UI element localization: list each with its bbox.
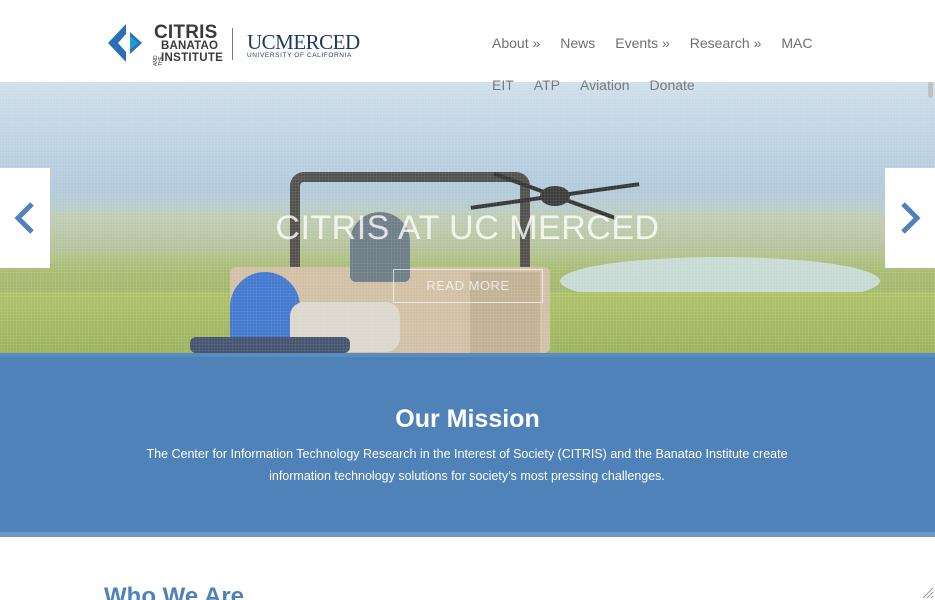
nav-item-eit[interactable]: EIT	[492, 77, 514, 93]
hero-slider: CITRIS AT UC MERCED READ MORE	[0, 82, 935, 353]
mission-section: Our Mission The Center for Information T…	[0, 353, 935, 537]
nav-item-events[interactable]: Events »	[615, 35, 669, 51]
nav-item-atp[interactable]: ATP	[534, 77, 560, 93]
logo-institute-text: INSTITUTE	[161, 52, 224, 64]
nav-item-donate[interactable]: Donate	[650, 77, 695, 93]
page-scrollbar[interactable]	[925, 82, 935, 600]
site-logo[interactable]: CITRIS AND THE BANATAO INSTITUTE UCMERCE…	[104, 22, 364, 66]
logo-uc-subtitle: UNIVERSITY OF CALIFORNIA	[247, 52, 352, 59]
who-we-are-heading: Who We Are	[104, 583, 245, 600]
logo-banatao-text: BANATAO	[161, 40, 219, 52]
nav-item-aviation[interactable]: Aviation	[580, 77, 630, 93]
logo-divider	[232, 28, 233, 60]
mission-text: The Center for Information Technology Re…	[146, 447, 788, 483]
scrollbar-thumb[interactable]	[928, 82, 933, 98]
chevron-left-icon	[14, 202, 34, 234]
resize-grip-icon[interactable]	[920, 585, 934, 599]
main-nav: About » News Events » Research » MAC EIT…	[492, 35, 822, 105]
read-more-button[interactable]: READ MORE	[393, 269, 543, 303]
nav-item-about[interactable]: About »	[492, 35, 540, 51]
nav-row-primary: About » News Events » Research » MAC	[492, 35, 832, 51]
nav-item-mac[interactable]: MAC	[781, 35, 812, 51]
site-header: CITRIS AND THE BANATAO INSTITUTE UCMERCE…	[0, 0, 935, 93]
nav-row-secondary: EIT ATP Aviation Donate	[492, 77, 715, 93]
mission-title: Our Mission	[395, 405, 540, 433]
citris-chevron-logo-icon	[108, 24, 142, 62]
slider-prev-button[interactable]	[0, 168, 50, 268]
nav-item-research[interactable]: Research »	[690, 35, 762, 51]
chevron-right-icon	[901, 202, 921, 234]
hero-title: CITRIS AT UC MERCED	[275, 209, 660, 247]
nav-item-news[interactable]: News	[560, 35, 595, 51]
